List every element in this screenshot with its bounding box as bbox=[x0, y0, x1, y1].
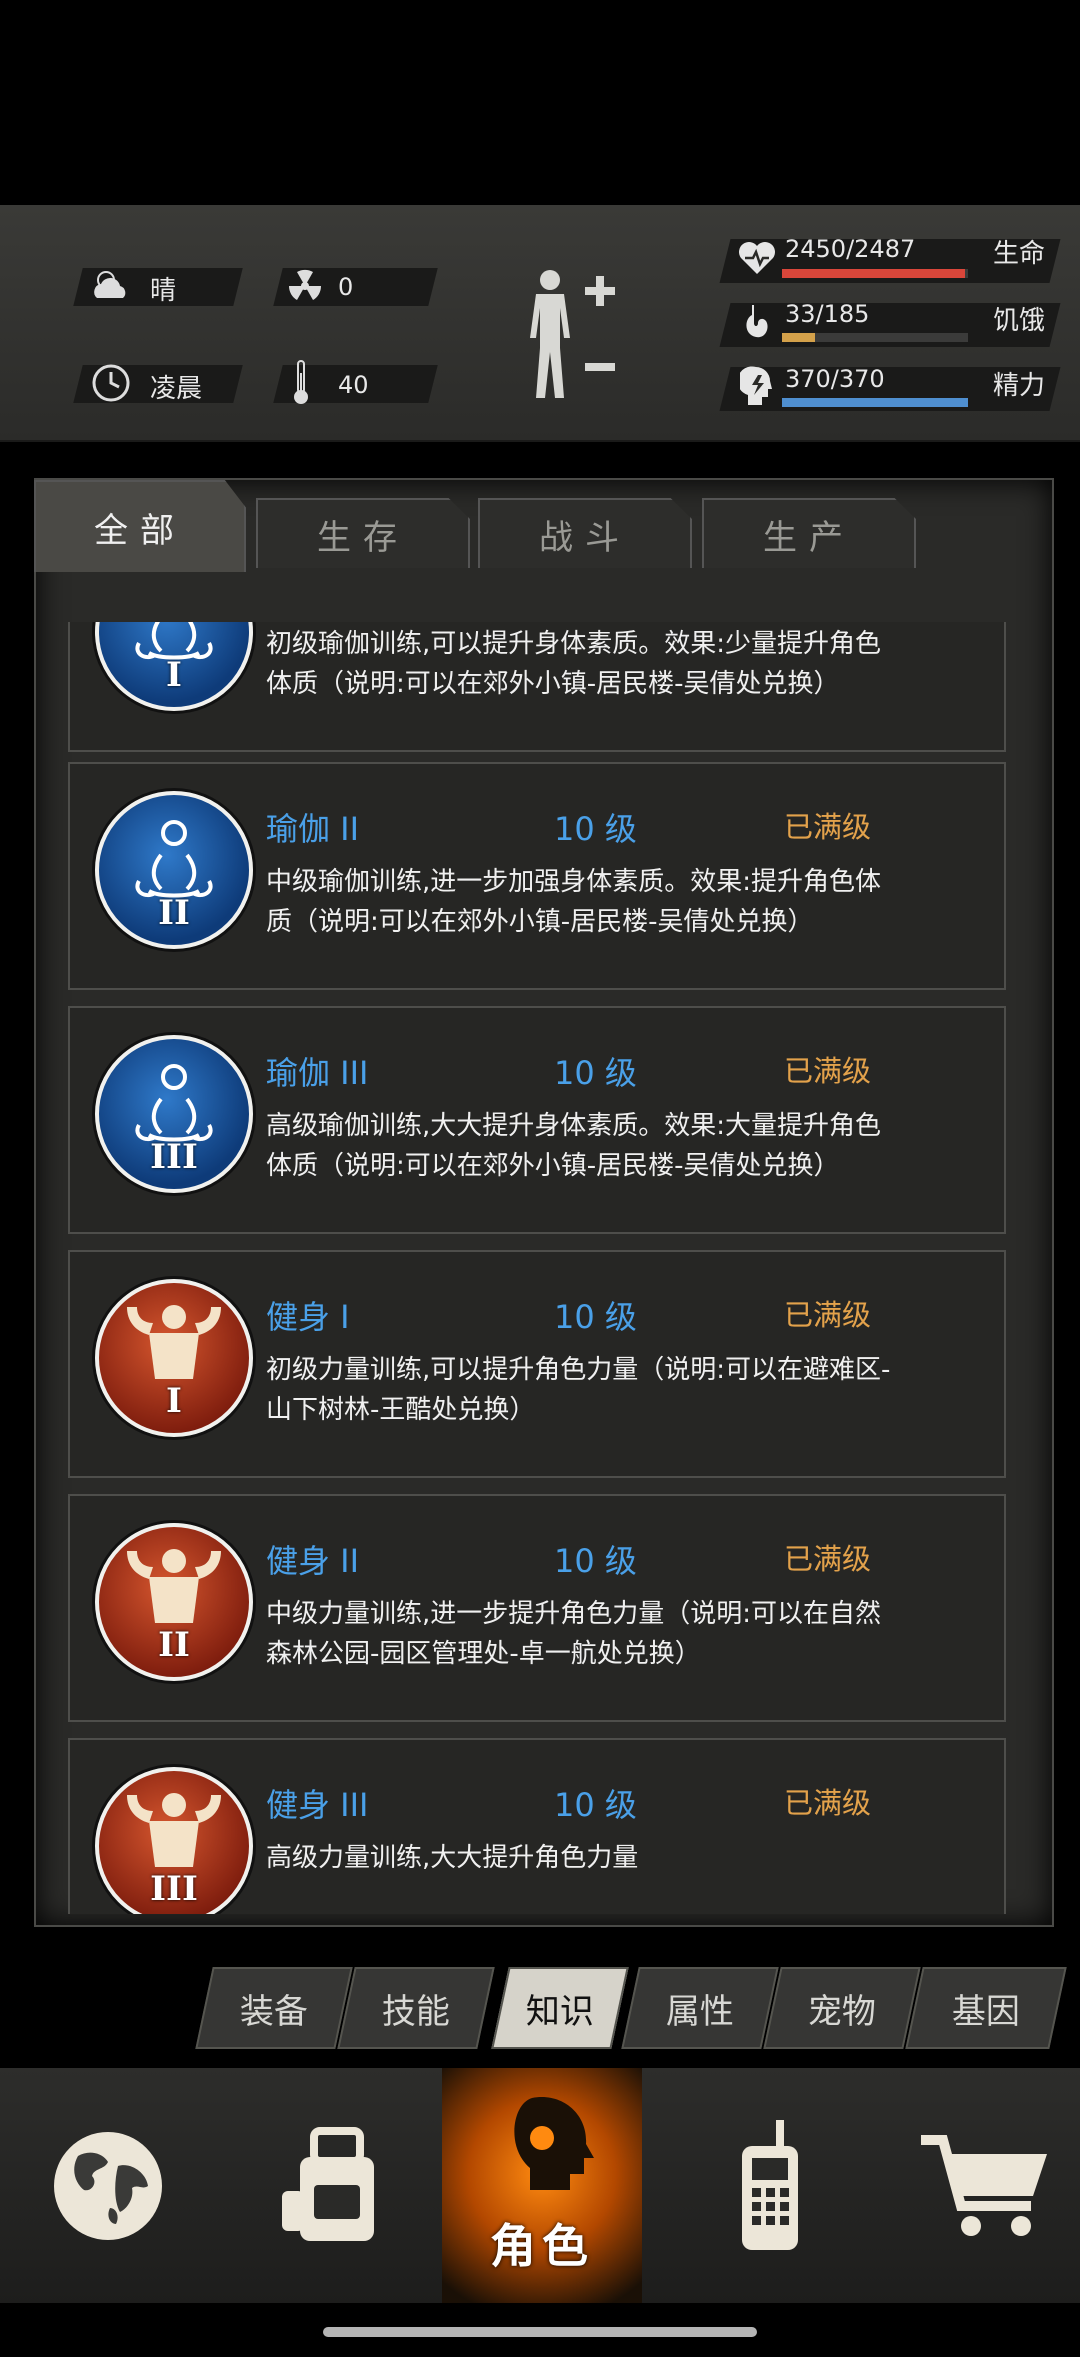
radiation-value: 0 bbox=[338, 273, 354, 301]
stomach-icon bbox=[734, 297, 780, 347]
skill-name: 瑜伽 II bbox=[266, 810, 360, 848]
hunger-value: 33/185 bbox=[785, 300, 870, 328]
subtab-pets[interactable]: 宠物 bbox=[763, 1967, 921, 2049]
time-of-day-text: 凌晨 bbox=[150, 374, 203, 404]
muscle-icon: III bbox=[95, 1767, 253, 1914]
skill-level: 10 级 bbox=[554, 1054, 637, 1092]
yoga-icon: II bbox=[95, 791, 253, 949]
yoga-icon: I bbox=[95, 622, 253, 711]
skill-level: 10 级 bbox=[554, 1542, 637, 1580]
heart-icon bbox=[732, 233, 782, 283]
skill-name: 健身 II bbox=[266, 1542, 360, 1580]
skill-description: 中级瑜伽训练,进一步加强身体素质。效果:提升角色体质（说明:可以在郊外小镇-居民… bbox=[266, 867, 882, 937]
energy-label: 精力 bbox=[993, 371, 1046, 401]
skill-card-yoga-2[interactable]: II 瑜伽 II 10 级 已满级 中级瑜伽训练,进一步加强身体素质。效果:提升… bbox=[68, 762, 1006, 990]
skill-card-fitness-3[interactable]: III 健身 III 10 级 已满级 高级力量训练,大大提升角色力量 bbox=[68, 1738, 1006, 1914]
skill-description: 高级瑜伽训练,大大提升身体素质。效果:大量提升角色体质（说明:可以在郊外小镇-居… bbox=[266, 1111, 882, 1181]
shopping-cart-icon[interactable] bbox=[905, 2068, 1065, 2303]
skill-status: 已满级 bbox=[784, 810, 872, 844]
skill-status: 已满级 bbox=[784, 1054, 872, 1088]
clock-icon bbox=[88, 360, 134, 406]
energy-value: 370/370 bbox=[785, 365, 885, 393]
body-status-figure-icon[interactable] bbox=[520, 260, 620, 410]
subtab-equipment[interactable]: 装备 bbox=[195, 1967, 353, 2049]
hud-panel: 晴 0 凌晨 40 2450/2487 生命 33/185 饥饿 370/370… bbox=[0, 205, 1080, 442]
skill-status: 已满级 bbox=[784, 1542, 872, 1576]
home-indicator[interactable] bbox=[323, 2327, 757, 2337]
skill-card-fitness-2[interactable]: II 健身 II 10 级 已满级 中级力量训练,进一步提升角色力量（说明:可以… bbox=[68, 1494, 1006, 1722]
weather-text: 晴 bbox=[150, 276, 177, 306]
energy-head-icon bbox=[734, 360, 780, 412]
health-bar bbox=[782, 269, 968, 278]
thermometer-icon bbox=[286, 355, 316, 409]
hunger-bar bbox=[782, 333, 968, 342]
skill-name: 瑜伽 III bbox=[266, 1054, 369, 1092]
muscle-icon: II bbox=[95, 1523, 253, 1681]
skill-card-yoga-1[interactable]: I 初级瑜伽训练,可以提升身体素质。效果:少量提升角色体质（说明:可以在郊外小镇… bbox=[68, 622, 1006, 752]
radiation-icon bbox=[282, 263, 328, 309]
skill-status: 已满级 bbox=[784, 1786, 872, 1820]
status-bar-area bbox=[0, 0, 1080, 205]
tab-all[interactable]: 全部 bbox=[34, 480, 246, 572]
skill-card-yoga-3[interactable]: III 瑜伽 III 10 级 已满级 高级瑜伽训练,大大提升身体素质。效果:大… bbox=[68, 1006, 1006, 1234]
backpack-icon[interactable] bbox=[250, 2068, 410, 2303]
subtab-attributes[interactable]: 属性 bbox=[621, 1967, 779, 2049]
subtab-knowledge[interactable]: 知识 bbox=[491, 1967, 629, 2049]
skill-name: 健身 III bbox=[266, 1786, 369, 1824]
skill-card-fitness-1[interactable]: I 健身 I 10 级 已满级 初级力量训练,可以提升角色力量（说明:可以在避难… bbox=[68, 1250, 1006, 1478]
skill-level: 10 级 bbox=[554, 1786, 637, 1824]
health-label: 生命 bbox=[993, 239, 1046, 269]
skill-level: 10 级 bbox=[554, 810, 637, 848]
skill-list[interactable]: I 初级瑜伽训练,可以提升身体素质。效果:少量提升角色体质（说明:可以在郊外小镇… bbox=[68, 622, 1006, 1914]
skill-level: 10 级 bbox=[554, 1298, 637, 1336]
muscle-icon: I bbox=[95, 1279, 253, 1437]
energy-bar bbox=[782, 398, 968, 407]
hunger-label: 饥饿 bbox=[993, 306, 1046, 336]
skill-description: 初级瑜伽训练,可以提升身体素质。效果:少量提升角色体质（说明:可以在郊外小镇-居… bbox=[266, 629, 882, 699]
skill-description: 高级力量训练,大大提升角色力量 bbox=[266, 1843, 639, 1873]
subtab-genes[interactable]: 基因 bbox=[905, 1967, 1067, 2049]
walkie-talkie-icon[interactable] bbox=[690, 2068, 850, 2303]
weather-cloud-icon bbox=[86, 263, 136, 309]
tab-combat[interactable]: 战斗 bbox=[478, 498, 692, 568]
tab-survival[interactable]: 生存 bbox=[256, 498, 470, 568]
nav-character-label: 角色 bbox=[490, 2219, 594, 2273]
skill-status: 已满级 bbox=[784, 1298, 872, 1332]
tab-production[interactable]: 生产 bbox=[702, 498, 916, 568]
temperature-value: 40 bbox=[338, 371, 369, 399]
skill-name: 健身 I bbox=[266, 1298, 350, 1336]
subtab-skills[interactable]: 技能 bbox=[337, 1967, 495, 2049]
globe-icon[interactable] bbox=[28, 2068, 188, 2303]
skill-description: 中级力量训练,进一步提升角色力量（说明:可以在自然森林公园-园区管理处-卓一航处… bbox=[266, 1599, 882, 1669]
health-value: 2450/2487 bbox=[785, 235, 916, 263]
yoga-icon: III bbox=[95, 1035, 253, 1193]
skill-description: 初级力量训练,可以提升角色力量（说明:可以在避难区-山下树林-王酷处兑换） bbox=[266, 1355, 891, 1425]
